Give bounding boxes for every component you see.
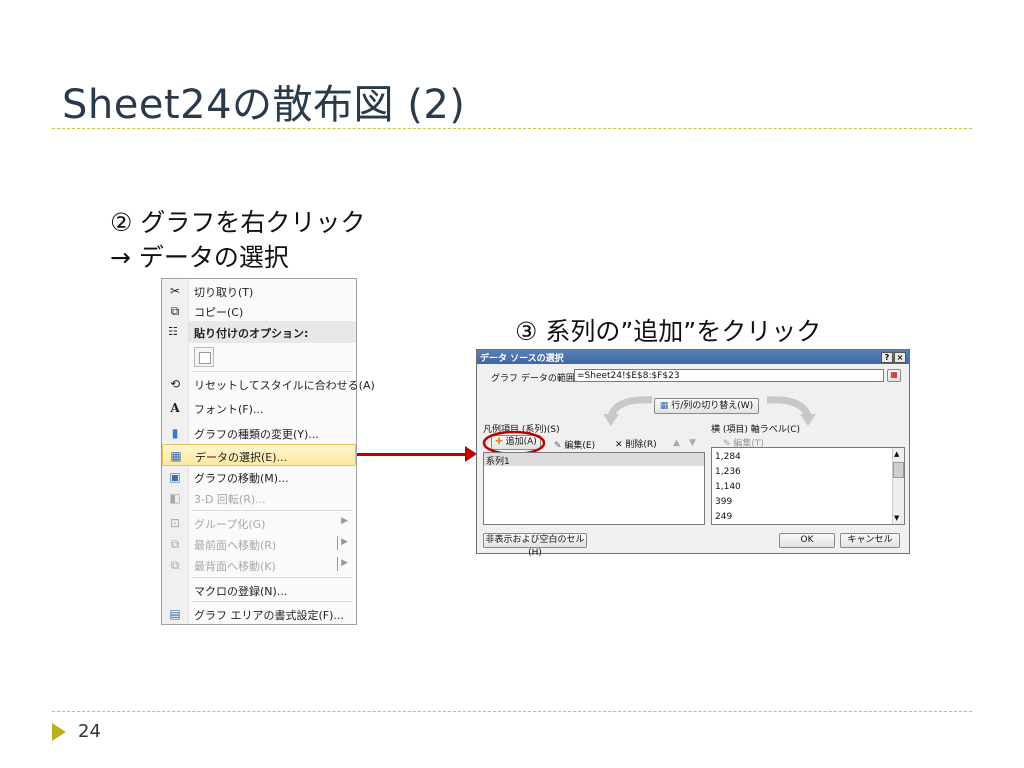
chart-type-icon: ▮ [171,426,179,440]
axis-label-list: 1,284 1,236 1,140 399 249 ▲ ▼ [711,447,905,525]
menu-item-label: マクロの登録(N)... [194,585,288,598]
pointer-arrow-line [357,453,467,456]
send-back-icon: ⧉ [170,558,180,572]
menu-item-label: グループ化(G) [194,518,266,531]
delete-icon: ✕ [615,440,623,450]
submenu-arrow-icon: ▶ [341,516,348,526]
swap-left-arrow-icon [603,396,653,426]
series-list-item[interactable]: 系列1 [484,453,704,467]
menu-item-label: コピー(C) [194,306,244,319]
menu-separator [192,601,352,602]
scroll-thumb[interactable] [893,462,904,478]
footer-triangle-icon [52,723,66,741]
axis-labels-label: 横 (項目) 軸ラベル(C) [711,425,801,435]
group-icon: ⊡ [169,516,181,530]
menu-separator [192,371,352,372]
format-area-icon: ▤ [169,607,181,621]
scissors-icon: ✂ [169,284,181,298]
edit-label: 編集(E) [564,441,596,451]
copy-icon: ⧉ [170,304,180,318]
axis-label-item: 1,236 [715,467,741,477]
menu-item-copy[interactable]: ⧉ コピー(C) [162,300,356,322]
split-divider [337,557,338,571]
series-list: 系列1 [483,452,705,525]
delete-series-button[interactable]: ✕ 削除(R) [615,437,657,450]
edit-series-button[interactable]: ✎ 編集(E) [554,438,595,451]
menu-separator [192,577,352,578]
rotate-3d-icon: ◧ [169,491,181,505]
move-up-icon[interactable]: ▲ [673,438,680,448]
paste-options-label: 貼り付けのオプション: [194,327,309,340]
switch-row-column-button[interactable]: ▦ 行/列の切り替え(W) [654,398,759,414]
scroll-down-icon[interactable]: ▼ [894,514,899,522]
paste-option-button[interactable] [194,347,214,367]
menu-item-reset-style[interactable]: ⟲ リセットしてスタイルに合わせる(A) [162,373,375,395]
cancel-button[interactable]: キャンセル [840,533,900,548]
menu-item-assign-macro[interactable]: マクロの登録(N)... [162,579,356,601]
context-menu: ✂ 切り取り(T) ⧉ コピー(C) 貼り付けのオプション: ☷ ⟲ リセットし… [161,278,375,625]
menu-item-group[interactable]: ⊡ グループ化(G) ▶ [162,512,356,534]
menu-item-3d-rotation[interactable]: ◧ 3-D 回転(R)... [162,487,356,509]
delete-label: 削除(R) [625,440,657,450]
menu-item-send-to-back[interactable]: ⧉ 最背面へ移動(K) ▶ [162,554,356,576]
step2-line1: ② グラフを右クリック [110,208,366,237]
close-button[interactable]: × [894,352,906,363]
series-item-label: 系列1 [486,457,510,467]
axis-label-item: 1,140 [715,482,741,492]
edit-icon: ✎ [554,441,562,451]
menu-item-label: グラフの種類の変更(Y)... [194,428,319,441]
split-divider [337,536,338,550]
switch-icon: ▦ [659,401,669,411]
menu-item-label: グラフ エリアの書式設定(F)... [194,609,344,622]
menu-item-format-chart-area[interactable]: ▤ グラフ エリアの書式設定(F)... [162,603,356,625]
menu-item-label: リセットしてスタイルに合わせる(A) [194,379,375,392]
submenu-arrow-icon: ▶ [341,537,348,547]
axis-list-scrollbar[interactable]: ▲ ▼ [892,448,904,524]
step2-line2: → データの選択 [110,243,289,272]
menu-item-bring-to-front[interactable]: ⧉ 最前面へ移動(R) ▶ [162,533,356,555]
collapse-range-icon[interactable]: ▦ [887,369,901,382]
bring-front-icon: ⧉ [170,537,180,551]
scroll-up-icon[interactable]: ▲ [894,450,899,458]
menu-item-cut[interactable]: ✂ 切り取り(T) [162,280,356,302]
dialog-title: データ ソースの選択 [480,354,564,364]
menu-item-change-chart-type[interactable]: ▮ グラフの種類の変更(Y)... [162,422,356,444]
page-number: 24 [78,721,101,742]
paste-options-header: 貼り付けのオプション: [189,321,356,343]
menu-item-label: フォント(F)... [194,403,264,416]
paste-icon: ☷ [168,325,178,338]
hidden-empty-cells-button[interactable]: 非表示および空白のセル(H) [483,533,587,558]
reset-style-icon: ⟲ [169,377,181,391]
axis-label-item: 249 [715,512,733,522]
menu-item-label: データの選択(E)... [195,451,288,464]
submenu-arrow-icon: ▶ [341,558,348,568]
menu-item-label: 切り取り(T) [194,286,254,299]
move-down-icon[interactable]: ▼ [689,438,696,448]
slide-title: Sheet24の散布図 (2) [62,82,466,128]
title-divider [52,128,972,129]
menu-item-label: 3-D 回転(R)... [194,493,266,506]
step3-instruction: ③ 系列の”追加”をクリック [515,317,822,346]
menu-item-select-data[interactable]: ▦ データの選択(E)... [162,444,356,466]
data-range-value: =Sheet24!$E$8:$F$23 [577,371,680,381]
data-range-input[interactable]: =Sheet24!$E$8:$F$23 [574,369,884,382]
axis-label-item: 1,284 [715,452,741,462]
dialog-titlebar: データ ソースの選択 ? × [477,350,909,364]
axis-label-item: 399 [715,497,733,507]
menu-separator [192,510,352,511]
footer-divider [52,711,972,712]
select-data-icon: ▦ [170,449,182,463]
step2-instruction: ② グラフを右クリック → データの選択 [110,205,365,275]
menu-item-font[interactable]: A フォント(F)... [162,397,356,419]
menu-item-label: 最背面へ移動(K) [194,560,276,573]
select-data-source-dialog: データ ソースの選択 ? × グラフ データの範囲(D): =Sheet24!$… [476,349,910,558]
switch-label: 行/列の切り替え(W) [671,401,754,411]
menu-item-label: 最前面へ移動(R) [194,539,277,552]
menu-item-move-chart[interactable]: ▣ グラフの移動(M)... [162,466,356,488]
font-icon: A [170,401,180,415]
help-button[interactable]: ? [881,352,893,363]
ok-button[interactable]: OK [779,533,835,548]
move-chart-icon: ▣ [169,470,181,484]
menu-item-label: グラフの移動(M)... [194,472,289,485]
